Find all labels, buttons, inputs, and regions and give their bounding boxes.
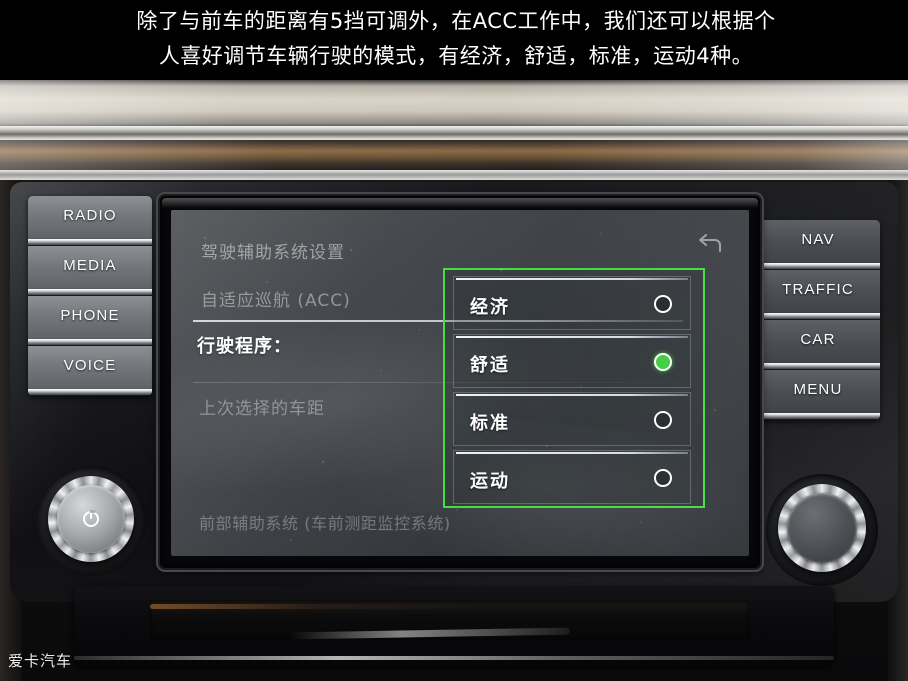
infotainment-screen[interactable]: 驾驶辅助系统设置 自适应巡航 (ACC) 行驶程序： 上次选择的车距 前部辅助系…: [171, 210, 749, 556]
screenshot-root: 除了与前车的距离有5挡可调外，在ACC工作中，我们还可以根据个 人喜好调节车辆行…: [0, 0, 908, 681]
power-knob-face: [57, 485, 125, 553]
phone-button-label: PHONE: [60, 307, 120, 324]
nav-button[interactable]: NAV: [756, 220, 880, 270]
car-button-label: CAR: [800, 331, 836, 348]
caption-line-1: 除了与前车的距离有5挡可调外，在ACC工作中，我们还可以根据个: [136, 9, 776, 33]
tuning-knob-face: [787, 493, 857, 563]
dashboard-upper-trim: [0, 80, 908, 130]
traffic-button[interactable]: TRAFFIC: [756, 270, 880, 320]
caption-line-2: 人喜好调节车辆行驶的模式，有经济，舒适，标准，运动4种。: [158, 44, 754, 68]
media-button[interactable]: MEDIA: [28, 246, 152, 296]
console-tray-glare: [150, 604, 480, 609]
right-button-bank: NAV TRAFFIC CAR MENU: [756, 220, 880, 420]
menu-button[interactable]: MENU: [756, 370, 880, 420]
power-volume-knob[interactable]: [48, 476, 134, 562]
voice-button[interactable]: VOICE: [28, 346, 152, 396]
console-tray-chrome-edge: [74, 656, 834, 660]
tuning-knob[interactable]: [778, 484, 866, 572]
left-button-bank: RADIO MEDIA PHONE VOICE: [28, 196, 152, 396]
voice-button-label: VOICE: [63, 357, 117, 374]
nav-button-label: NAV: [801, 231, 835, 248]
phone-button[interactable]: PHONE: [28, 296, 152, 346]
menu-button-label: MENU: [793, 381, 843, 398]
wood-trim-strip: [0, 140, 908, 172]
radio-button-label: RADIO: [63, 207, 117, 224]
infotainment-display-frame: 驾驶辅助系统设置 自适应巡航 (ACC) 行驶程序： 上次选择的车距 前部辅助系…: [160, 196, 760, 568]
traffic-button-label: TRAFFIC: [782, 281, 854, 298]
power-icon: [83, 510, 99, 527]
watermark: 爱卡汽车: [8, 652, 73, 670]
media-button-label: MEDIA: [63, 257, 117, 274]
screen-dust-overlay: [171, 210, 749, 556]
radio-button[interactable]: RADIO: [28, 196, 152, 246]
caption-banner: 除了与前车的距离有5挡可调外，在ACC工作中，我们还可以根据个 人喜好调节车辆行…: [0, 0, 908, 80]
car-button[interactable]: CAR: [756, 320, 880, 370]
